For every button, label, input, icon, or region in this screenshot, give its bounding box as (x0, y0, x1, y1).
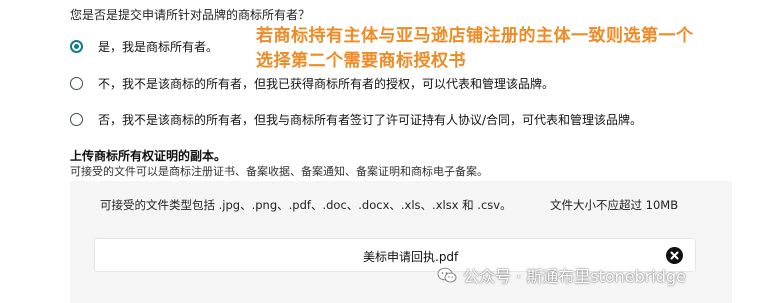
radio-authorized[interactable] (70, 77, 83, 90)
upload-section-description: 可接受的文件可以是商标注册证书、备案收据、备案通知、备案证明和商标电子备案。 (70, 165, 488, 178)
wechat-icon (437, 267, 457, 283)
option-licensee-label: 否，我不是该商标的所有者，但我与商标所有者签订了许可证持有人协议/合同，可代表和… (98, 113, 643, 127)
remove-file-button[interactable] (666, 247, 683, 264)
option-authorized[interactable]: 不，我不是该商标的所有者，但我已获得商标所有者的授权，可以代表和管理该品牌。 (70, 75, 554, 92)
watermark-text: 公众号 · 斯通布里stonebridge (463, 267, 686, 286)
upload-section-title: 上传商标所有权证明的副本。 (70, 149, 227, 163)
option-owner[interactable]: 是，我是商标所有者。 (70, 38, 218, 55)
watermark: 公众号 · 斯通布里stonebridge (437, 263, 686, 287)
annotation-line-2: 选择第二个需要商标授权书 (256, 51, 466, 71)
radio-licensee[interactable] (70, 113, 83, 126)
max-file-size: 文件大小不应超过 10MB (550, 198, 679, 212)
option-authorized-label: 不，我不是该商标的所有者，但我已获得商标所有者的授权，可以代表和管理该品牌。 (98, 77, 555, 91)
option-owner-label: 是，我是商标所有者。 (98, 40, 219, 54)
radio-owner[interactable] (70, 40, 83, 53)
option-licensee[interactable]: 否，我不是该商标的所有者，但我与商标所有者签订了许可证持有人协议/合同，可代表和… (70, 111, 642, 128)
accepted-file-types: 可接受的文件类型包括 .jpg、.png、.pdf、.doc、.docx、.xl… (100, 198, 512, 212)
brand-registry-form: 您是否是提交申请所针对品牌的商标所有者？ 是，我是商标所有者。 不，我不是该商标… (0, 0, 783, 303)
annotation-line-1: 若商标持有主体与亚马逊店铺注册的主体一致则选第一个 (256, 26, 694, 46)
close-circle-icon (670, 251, 679, 260)
